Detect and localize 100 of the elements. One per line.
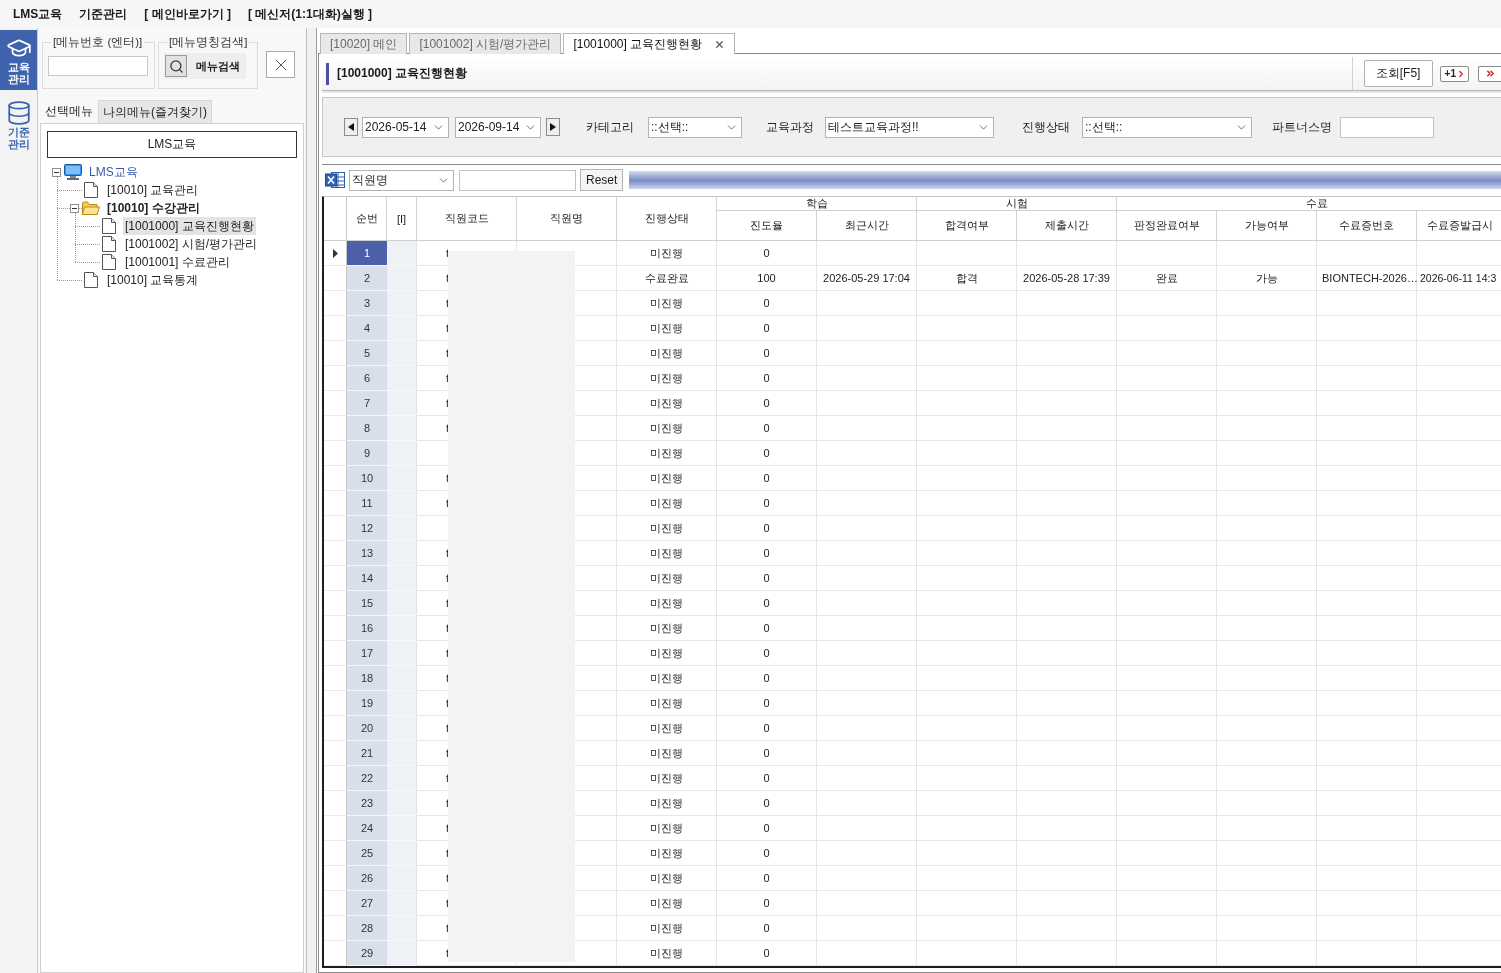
- input-field[interactable]: [1340, 116, 1434, 138]
- row-number[interactable]: 19: [347, 691, 387, 716]
- menu-search-button[interactable]: 메뉴검색: [164, 53, 246, 79]
- row-number[interactable]: 20: [347, 716, 387, 741]
- column-header[interactable]: 수료증번호: [1317, 211, 1417, 241]
- close-icon[interactable]: [714, 38, 726, 50]
- row-number[interactable]: 12: [347, 516, 387, 541]
- table-cell: [387, 666, 417, 691]
- row-number[interactable]: 17: [347, 641, 387, 666]
- row-number[interactable]: 7: [347, 391, 387, 416]
- row-number[interactable]: 2: [347, 266, 387, 291]
- row-number[interactable]: 23: [347, 791, 387, 816]
- column-header[interactable]: 진도율: [717, 211, 817, 241]
- table-cell: [387, 791, 417, 816]
- row-number[interactable]: 24: [347, 816, 387, 841]
- last-button[interactable]: [1478, 65, 1501, 82]
- date-dropdown[interactable]: 2026-09-14: [455, 116, 541, 138]
- row-number[interactable]: 26: [347, 866, 387, 891]
- tree-item[interactable]: [1001001] 수료관리: [123, 253, 232, 271]
- dropdown[interactable]: 테스트교육과정!!: [825, 116, 994, 138]
- row-number[interactable]: 22: [347, 766, 387, 791]
- module-item[interactable]: 기준관리: [0, 95, 37, 155]
- row-number[interactable]: 11: [347, 491, 387, 516]
- menu-item[interactable]: LMS교육: [13, 5, 63, 23]
- tree-item[interactable]: LMS교육: [87, 163, 140, 181]
- next-button[interactable]: +1: [1439, 65, 1469, 82]
- input-field[interactable]: [459, 169, 576, 191]
- row-number[interactable]: 14: [347, 566, 387, 591]
- input-field[interactable]: [48, 56, 148, 76]
- close-button[interactable]: [266, 51, 295, 78]
- table-cell: [387, 641, 417, 666]
- document-tab[interactable]: [1001000] 교육진행현황: [563, 33, 736, 54]
- module-item[interactable]: 교육관리: [0, 30, 37, 90]
- table-cell: 0: [717, 316, 817, 341]
- row-number[interactable]: 5: [347, 341, 387, 366]
- date-dropdown[interactable]: 2026-05-14: [362, 116, 449, 138]
- reset-button[interactable]: Reset: [580, 169, 624, 191]
- table-cell: 0: [717, 291, 817, 316]
- row-number[interactable]: 21: [347, 741, 387, 766]
- minus-box-icon[interactable]: [70, 203, 79, 213]
- sidebar-tab[interactable]: 나의메뉴(즐겨찾기): [98, 100, 212, 123]
- search-button[interactable]: 조회[F5]: [1363, 60, 1433, 87]
- spreadsheet-icon[interactable]: [325, 170, 345, 190]
- table-cell: 0: [717, 391, 817, 416]
- document-tab[interactable]: [10020] 메인: [320, 33, 408, 54]
- menu-item[interactable]: [ 메인바로가기 ]: [144, 5, 231, 23]
- row-pointer-icon: [332, 248, 338, 258]
- table-cell: 미진행: [617, 316, 717, 341]
- table-cell: 미진행: [617, 741, 717, 766]
- row-number[interactable]: 10: [347, 466, 387, 491]
- column-header[interactable]: 제출시간: [1017, 211, 1117, 241]
- dropdown[interactable]: ::선택::: [1082, 116, 1252, 138]
- column-header[interactable]: 가능여부: [1217, 211, 1317, 241]
- tree-item[interactable]: [10010] 교육통계: [105, 271, 201, 289]
- row-number[interactable]: 28: [347, 916, 387, 941]
- column-header[interactable]: 직원명: [517, 197, 617, 241]
- tree-item[interactable]: [10010] 수강관리: [105, 199, 202, 217]
- table-cell: 2026-06-11 14:3: [1417, 266, 1501, 291]
- row-number[interactable]: 9: [347, 441, 387, 466]
- dropdown[interactable]: ::선택::: [648, 116, 742, 138]
- row-number[interactable]: 18: [347, 666, 387, 691]
- row-number[interactable]: 4: [347, 316, 387, 341]
- tree-item[interactable]: [1001002] 시험/평가관리: [123, 235, 260, 253]
- previous-button[interactable]: [344, 118, 358, 136]
- category-button[interactable]: LMS교육: [47, 131, 297, 158]
- table-cell: 0: [717, 341, 817, 366]
- splitter[interactable]: [307, 28, 317, 973]
- filter-label: 카테고리: [586, 118, 634, 136]
- row-number[interactable]: 15: [347, 591, 387, 616]
- tree-item[interactable]: [10010] 교육관리: [105, 181, 201, 199]
- menu-item[interactable]: 기준관리: [79, 5, 128, 23]
- tree-item[interactable]: [1001000] 교육진행현황: [123, 217, 256, 235]
- row-number[interactable]: 6: [347, 366, 387, 391]
- row-number[interactable]: 25: [347, 841, 387, 866]
- table-cell: 0: [717, 441, 817, 466]
- menu-item[interactable]: [ 메신저(1:1대화)실행 ]: [248, 5, 372, 23]
- column-header[interactable]: 진행상태: [617, 197, 717, 241]
- column-header[interactable]: 판정완료여부: [1117, 211, 1217, 241]
- row-number[interactable]: 27: [347, 891, 387, 916]
- row-number[interactable]: 16: [347, 616, 387, 641]
- column-dropdown[interactable]: 직원명: [349, 169, 454, 191]
- document-tab[interactable]: [1001002] 시험/평가관리: [409, 33, 562, 54]
- column-header[interactable]: 수료증발급시: [1417, 211, 1501, 241]
- minus-box-icon[interactable]: [52, 167, 61, 177]
- column-header[interactable]: 합격여부: [917, 211, 1017, 241]
- table-cell: 미진행: [617, 816, 717, 841]
- table-cell: 미진행: [617, 591, 717, 616]
- table-cell: 0: [717, 816, 817, 841]
- column-header[interactable]: 직원코드: [417, 197, 517, 241]
- row-number[interactable]: 8: [347, 416, 387, 441]
- row-number[interactable]: 1: [347, 241, 387, 266]
- row-number[interactable]: 29: [347, 941, 387, 966]
- table-cell: 미진행: [617, 391, 717, 416]
- next-button[interactable]: [546, 118, 560, 136]
- table-cell: 미진행: [617, 516, 717, 541]
- row-number[interactable]: 3: [347, 291, 387, 316]
- column-header[interactable]: 최근시간: [817, 211, 917, 241]
- table-cell: 0: [717, 866, 817, 891]
- table-cell: 0: [717, 791, 817, 816]
- row-number[interactable]: 13: [347, 541, 387, 566]
